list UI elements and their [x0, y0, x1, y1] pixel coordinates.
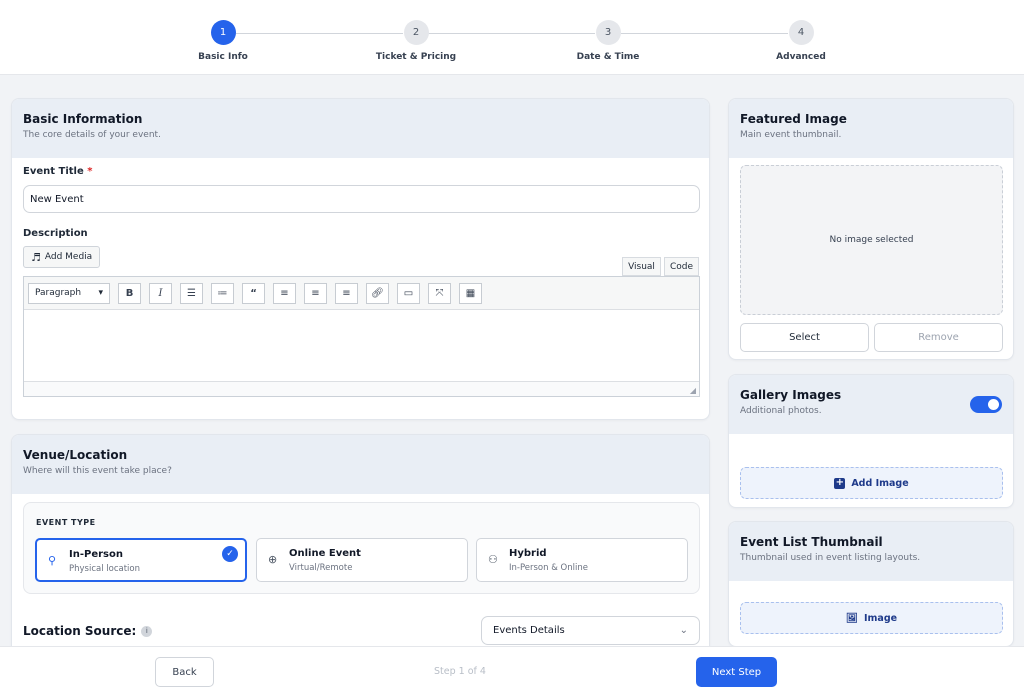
location-source-text: Location Source: — [23, 624, 137, 638]
card-subtitle: Main event thumbnail. — [740, 130, 842, 140]
add-media-button[interactable]: ♬ Add Media — [23, 246, 100, 268]
thumbnail-image-label: Image — [863, 612, 898, 624]
toolbar-toggle-icon[interactable]: ▦ — [459, 282, 482, 304]
event-type-label: EVENT TYPE — [36, 518, 96, 527]
card-header: Event List Thumbnail Thumbnail used in e… — [729, 522, 1013, 581]
event-list-thumbnail-card: Event List Thumbnail Thumbnail used in e… — [728, 521, 1014, 647]
tab-code[interactable]: Code — [664, 257, 699, 276]
step-number: 2 — [403, 20, 429, 45]
event-title-label: Event Title * — [23, 166, 92, 177]
thumbnail-image-button[interactable]: 🖼︎ Image — [740, 602, 1003, 634]
option-subtitle: Physical location — [69, 564, 141, 574]
chevron-down-icon: ⌄ — [679, 625, 688, 636]
step-counter: Step 1 of 4 — [434, 666, 486, 677]
blockquote-icon[interactable]: “ — [242, 282, 265, 304]
plus-icon: + — [834, 477, 846, 489]
card-title: Gallery Images — [740, 388, 842, 402]
step-label: Advanced — [776, 52, 826, 62]
back-button[interactable]: Back — [155, 657, 214, 687]
card-subtitle: The core details of your event. — [23, 130, 161, 140]
gallery-toggle[interactable] — [970, 396, 1002, 413]
bullet-list-icon[interactable]: ☰ — [180, 282, 203, 304]
step-date-time[interactable]: 3 Date & Time — [548, 20, 668, 62]
event-type-online[interactable]: ⊕ Online Event Virtual/Remote — [256, 538, 468, 582]
align-right-icon[interactable]: ≡ — [335, 282, 358, 304]
step-number: 1 — [210, 20, 236, 45]
progress-stepper: 1 Basic Info 2 Ticket & Pricing 3 Date &… — [0, 0, 1024, 75]
basic-information-card: Basic Information The core details of yo… — [11, 98, 710, 420]
resize-handle-icon[interactable]: ◢ — [690, 386, 696, 395]
step-basic-info[interactable]: 1 Basic Info — [163, 20, 283, 62]
step-ticket-pricing[interactable]: 2 Ticket & Pricing — [356, 20, 476, 62]
event-type-hybrid[interactable]: ⚇ Hybrid In-Person & Online — [476, 538, 688, 582]
wizard-footer: Back Step 1 of 4 Next Step — [0, 646, 1024, 693]
step-label: Date & Time — [576, 52, 640, 62]
event-type-in-person[interactable]: ⚲ In-Person Physical location ✓ — [35, 538, 247, 582]
toggle-knob — [988, 399, 999, 410]
gallery-images-card: Gallery Images Additional photos. + Add … — [728, 374, 1014, 508]
read-more-icon[interactable]: ▭ — [397, 282, 420, 304]
step-advanced[interactable]: 4 Advanced — [741, 20, 861, 62]
card-header: Venue/Location Where will this event tak… — [12, 435, 709, 494]
card-title: Venue/Location — [23, 448, 128, 462]
fullscreen-icon[interactable]: ⤧ — [428, 282, 451, 304]
add-media-label: Add Media — [44, 252, 93, 262]
location-source-select[interactable]: Events Details ⌄ — [481, 616, 700, 645]
select-image-button[interactable]: Select — [740, 323, 869, 352]
step-label: Ticket & Pricing — [375, 52, 457, 62]
option-title: In-Person — [69, 549, 123, 560]
description-editor: Paragraph ▾ B I ☰ ≔ “ ≡ ≡ ≡ 🔗︎ ▭ ⤧ ▦ ◢ — [23, 276, 700, 397]
featured-image-card: Featured Image Main event thumbnail. No … — [728, 98, 1014, 360]
card-title: Featured Image — [740, 112, 847, 126]
chevron-down-icon: ▾ — [98, 288, 103, 298]
next-step-button[interactable]: Next Step — [696, 657, 777, 687]
users-icon: ⚇ — [488, 553, 498, 566]
option-title: Online Event — [289, 548, 361, 559]
event-title-input[interactable]: New Event — [23, 185, 700, 213]
info-icon[interactable]: i — [141, 625, 153, 637]
align-left-icon[interactable]: ≡ — [273, 282, 296, 304]
card-subtitle: Where will this event take place? — [23, 466, 172, 476]
card-title: Basic Information — [23, 112, 143, 126]
location-pin-icon: ⚲ — [48, 554, 57, 567]
venue-location-card: Venue/Location Where will this event tak… — [11, 434, 710, 664]
event-title-label-text: Event Title — [23, 166, 84, 177]
tab-visual[interactable]: Visual — [622, 257, 661, 276]
media-icon: ♬ — [31, 250, 41, 264]
card-subtitle: Additional photos. — [740, 406, 822, 416]
card-title: Event List Thumbnail — [740, 535, 883, 549]
numbered-list-icon[interactable]: ≔ — [211, 282, 234, 304]
card-header: Featured Image Main event thumbnail. — [729, 99, 1013, 158]
add-image-label: Add Image — [851, 477, 909, 489]
card-header: Gallery Images Additional photos. — [729, 375, 1013, 434]
card-subtitle: Thumbnail used in event listing layouts. — [740, 553, 921, 563]
globe-icon: ⊕ — [268, 553, 278, 566]
location-source-label: Location Source: i — [23, 624, 153, 638]
format-select[interactable]: Paragraph ▾ — [28, 282, 110, 304]
option-title: Hybrid — [509, 548, 547, 559]
card-header: Basic Information The core details of yo… — [12, 99, 709, 158]
remove-image-button[interactable]: Remove — [874, 323, 1003, 352]
add-image-button[interactable]: + Add Image — [740, 467, 1003, 499]
option-subtitle: In-Person & Online — [509, 563, 588, 573]
step-label: Basic Info — [198, 52, 248, 62]
event-type-group: EVENT TYPE ⚲ In-Person Physical location… — [23, 502, 700, 594]
editor-statusbar: ◢ — [24, 381, 699, 396]
align-center-icon[interactable]: ≡ — [304, 282, 327, 304]
image-dropzone[interactable]: No image selected — [740, 165, 1003, 315]
step-number: 4 — [788, 20, 814, 45]
option-subtitle: Virtual/Remote — [289, 563, 353, 573]
location-source-value: Events Details — [493, 625, 565, 636]
italic-icon[interactable]: I — [149, 282, 172, 304]
step-number: 3 — [595, 20, 621, 45]
format-select-value: Paragraph — [35, 288, 82, 298]
description-label: Description — [23, 228, 88, 239]
check-icon: ✓ — [222, 546, 238, 562]
editor-toolbar: Paragraph ▾ B I ☰ ≔ “ ≡ ≡ ≡ 🔗︎ ▭ ⤧ ▦ — [24, 277, 699, 310]
image-icon: 🖼︎ — [845, 612, 858, 624]
bold-icon[interactable]: B — [118, 282, 141, 304]
required-mark: * — [87, 166, 93, 177]
link-icon[interactable]: 🔗︎ — [366, 282, 389, 304]
